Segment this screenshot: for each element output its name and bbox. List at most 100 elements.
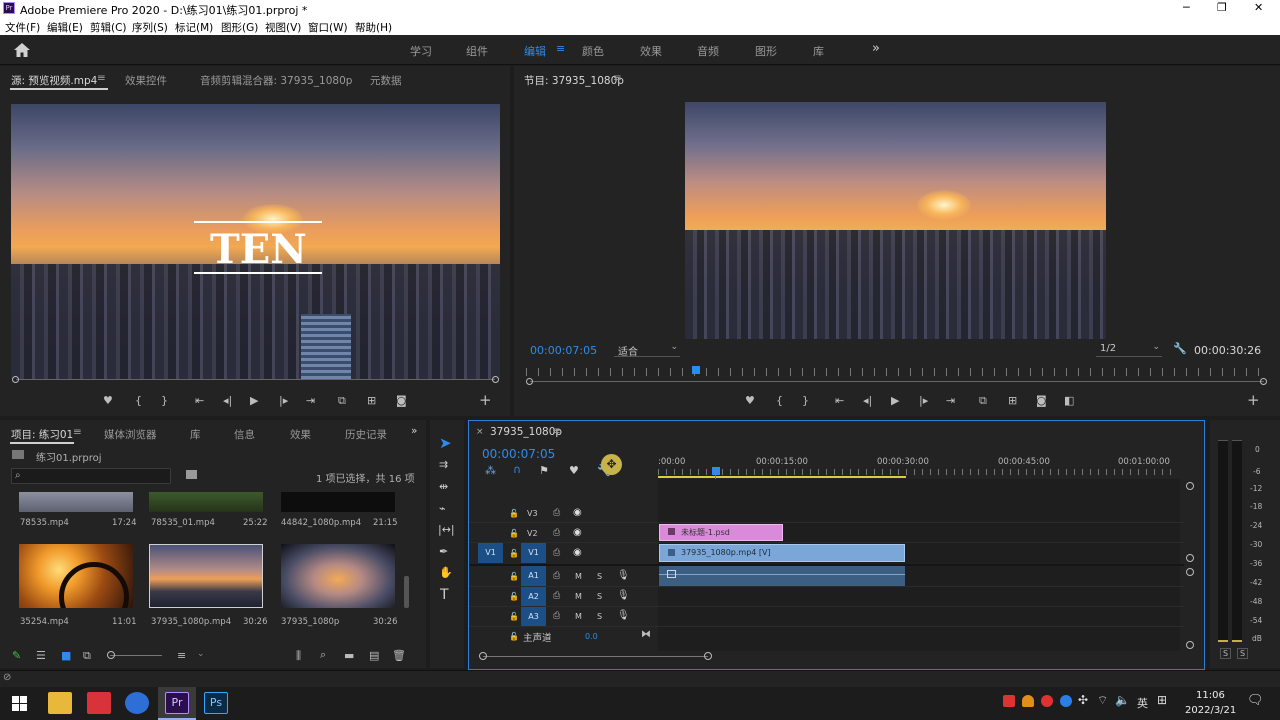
sort-chevron-icon[interactable]: ⌄ bbox=[197, 649, 205, 659]
xmind-icon[interactable] bbox=[87, 692, 111, 714]
lock-icon[interactable]: 🔓 bbox=[509, 509, 519, 518]
new-item-icon[interactable]: ▤ bbox=[369, 649, 379, 662]
timeline-close-icon[interactable]: × bbox=[476, 427, 484, 437]
lock-icon[interactable]: 🔓 bbox=[509, 632, 519, 641]
menu-edit[interactable]: 编辑(E) bbox=[47, 20, 83, 35]
timeline-playhead-handle[interactable] bbox=[712, 467, 720, 475]
windows-start-icon[interactable] bbox=[12, 696, 27, 711]
tray-apps-icon[interactable]: ⊞ bbox=[1157, 693, 1167, 707]
lift-icon[interactable]: ⧉ bbox=[979, 394, 987, 408]
nest-icon[interactable]: ⁂ bbox=[485, 464, 496, 477]
step-back-icon[interactable]: ◂| bbox=[223, 394, 232, 408]
clear-icon[interactable]: 🗑 bbox=[392, 649, 406, 662]
insert-icon[interactable]: ⧉ bbox=[338, 394, 346, 408]
solo-right-button[interactable]: S bbox=[1237, 648, 1249, 659]
media-thumb-78535-01[interactable] bbox=[149, 492, 263, 512]
overwrite-icon[interactable]: ⊞ bbox=[367, 394, 376, 408]
tab-program[interactable]: 节目: 37935_1080p bbox=[524, 73, 624, 88]
add-marker-icon[interactable]: ♥ bbox=[103, 394, 113, 408]
menu-view[interactable]: 视图(V) bbox=[265, 20, 301, 35]
timeline-hscroll-track[interactable] bbox=[483, 656, 708, 657]
maximize-button[interactable]: ❐ bbox=[1217, 1, 1227, 14]
play-icon[interactable]: ▶ bbox=[250, 394, 258, 408]
mic-icon[interactable]: 🎙 bbox=[617, 610, 630, 621]
workspace-effects[interactable]: 效果 bbox=[640, 43, 662, 59]
program-playhead-timecode[interactable]: 00:00:07:05 bbox=[530, 344, 597, 357]
tray-clock-time[interactable]: 11:06 bbox=[1196, 690, 1225, 701]
program-go-to-out-icon[interactable]: ⇥ bbox=[946, 394, 955, 408]
mute-button[interactable]: M bbox=[575, 612, 582, 621]
project-panel-menu-icon[interactable]: ≡ bbox=[73, 426, 82, 438]
program-scrub-start[interactable] bbox=[526, 378, 533, 385]
source-scrub-start[interactable] bbox=[12, 376, 19, 383]
audio-vscroll-top[interactable] bbox=[1186, 568, 1194, 576]
list-view-icon[interactable]: ☰ bbox=[36, 649, 46, 662]
zoom-fit-select[interactable]: 适合 ⌄ bbox=[614, 342, 680, 358]
mute-button[interactable]: M bbox=[575, 572, 582, 581]
track-select-tool-icon[interactable]: ⇉ bbox=[439, 458, 448, 471]
source-patch-v1[interactable]: V1 bbox=[478, 543, 503, 563]
media-thumb-78535[interactable] bbox=[19, 492, 133, 512]
eye-icon[interactable]: ◉ bbox=[573, 507, 582, 518]
tray-wechat-icon[interactable]: ✣ bbox=[1078, 693, 1088, 707]
new-bin-from-search-icon[interactable] bbox=[186, 470, 197, 479]
workspace-learn[interactable]: 学习 bbox=[410, 43, 432, 59]
tab-info[interactable]: 信息 bbox=[234, 427, 255, 442]
media-thumb-44842[interactable] bbox=[281, 492, 395, 512]
program-mark-in-icon[interactable]: { bbox=[776, 394, 783, 408]
workspace-assembly[interactable]: 组件 bbox=[466, 43, 488, 59]
lock-icon[interactable]: 🔓 bbox=[509, 612, 519, 621]
media-thumb-37935-seq[interactable] bbox=[281, 544, 395, 608]
media-thumb-37935-mp4[interactable] bbox=[149, 544, 263, 608]
clip-v2-psd[interactable]: 未标题-1.psd bbox=[659, 524, 783, 541]
workspace-libraries[interactable]: 库 bbox=[813, 43, 824, 59]
settings-wrench-icon[interactable]: 🔧 bbox=[1173, 342, 1187, 355]
program-playhead[interactable] bbox=[692, 366, 700, 374]
mark-in-icon[interactable]: { bbox=[135, 394, 142, 408]
go-to-end-icon[interactable]: ⧓ bbox=[641, 629, 651, 640]
program-step-back-icon[interactable]: ◂| bbox=[863, 394, 872, 408]
tabs-overflow-icon[interactable]: » bbox=[411, 425, 417, 437]
tab-project[interactable]: 项目: 练习01 bbox=[11, 427, 73, 442]
mic-icon[interactable]: 🎙 bbox=[617, 570, 630, 581]
menu-window[interactable]: 窗口(W) bbox=[308, 20, 348, 35]
program-button-editor-icon[interactable]: + bbox=[1247, 393, 1260, 408]
track-target-a3[interactable]: A3 bbox=[521, 607, 546, 626]
track-target-a1[interactable]: A1 bbox=[521, 566, 546, 586]
status-link-icon[interactable]: ⊘ bbox=[3, 672, 11, 683]
timeline-panel-menu-icon[interactable]: ≡ bbox=[552, 425, 561, 437]
source-scrub-bar[interactable] bbox=[16, 379, 495, 380]
track-label-v3[interactable]: V3 bbox=[527, 509, 538, 518]
solo-button[interactable]: S bbox=[597, 612, 602, 621]
premiere-taskbar-icon[interactable]: Pr bbox=[165, 692, 189, 714]
menu-sequence[interactable]: 序列(S) bbox=[132, 20, 168, 35]
menu-help[interactable]: 帮助(H) bbox=[355, 20, 392, 35]
menu-marker[interactable]: 标记(M) bbox=[175, 20, 213, 35]
menu-clip[interactable]: 剪辑(C) bbox=[90, 20, 127, 35]
pen-tool-icon[interactable]: ✒ bbox=[439, 545, 448, 558]
slip-tool-icon[interactable]: |↔| bbox=[438, 523, 455, 536]
project-search-input[interactable]: ⌕ bbox=[11, 468, 171, 484]
notification-icon[interactable]: 🗨 bbox=[1247, 693, 1264, 708]
master-volume-value[interactable]: 0.0 bbox=[585, 632, 598, 641]
program-time-ruler[interactable] bbox=[526, 368, 1266, 376]
tab-effects[interactable]: 效果 bbox=[290, 427, 311, 442]
tab-media-browser[interactable]: 媒体浏览器 bbox=[104, 427, 157, 442]
solo-button[interactable]: S bbox=[597, 572, 602, 581]
selection-tool-icon[interactable]: ➤ bbox=[439, 434, 452, 452]
playback-resolution-select[interactable]: 1/2 ⌄ bbox=[1096, 342, 1162, 357]
tab-panel-menu-icon[interactable]: ≡ bbox=[97, 72, 106, 84]
sync-icon[interactable]: ⎙ bbox=[553, 571, 560, 581]
tab-metadata[interactable]: 元数据 bbox=[370, 73, 402, 88]
type-tool-icon[interactable]: T bbox=[440, 587, 449, 603]
photoshop-taskbar-icon[interactable]: Ps bbox=[204, 692, 228, 714]
eye-icon[interactable]: ◉ bbox=[573, 527, 582, 538]
video-vscroll-bottom[interactable] bbox=[1186, 554, 1194, 562]
program-scrub-bar[interactable] bbox=[530, 381, 1264, 382]
eye-icon[interactable]: ◉ bbox=[573, 547, 582, 558]
lock-icon[interactable]: 🔓 bbox=[509, 529, 519, 538]
export-frame-icon[interactable]: ◙ bbox=[396, 394, 407, 408]
program-go-to-in-icon[interactable]: ⇤ bbox=[835, 394, 844, 408]
tray-wifi-icon[interactable]: ⌔ bbox=[1097, 693, 1108, 708]
workspace-color[interactable]: 颜色 bbox=[582, 43, 604, 59]
